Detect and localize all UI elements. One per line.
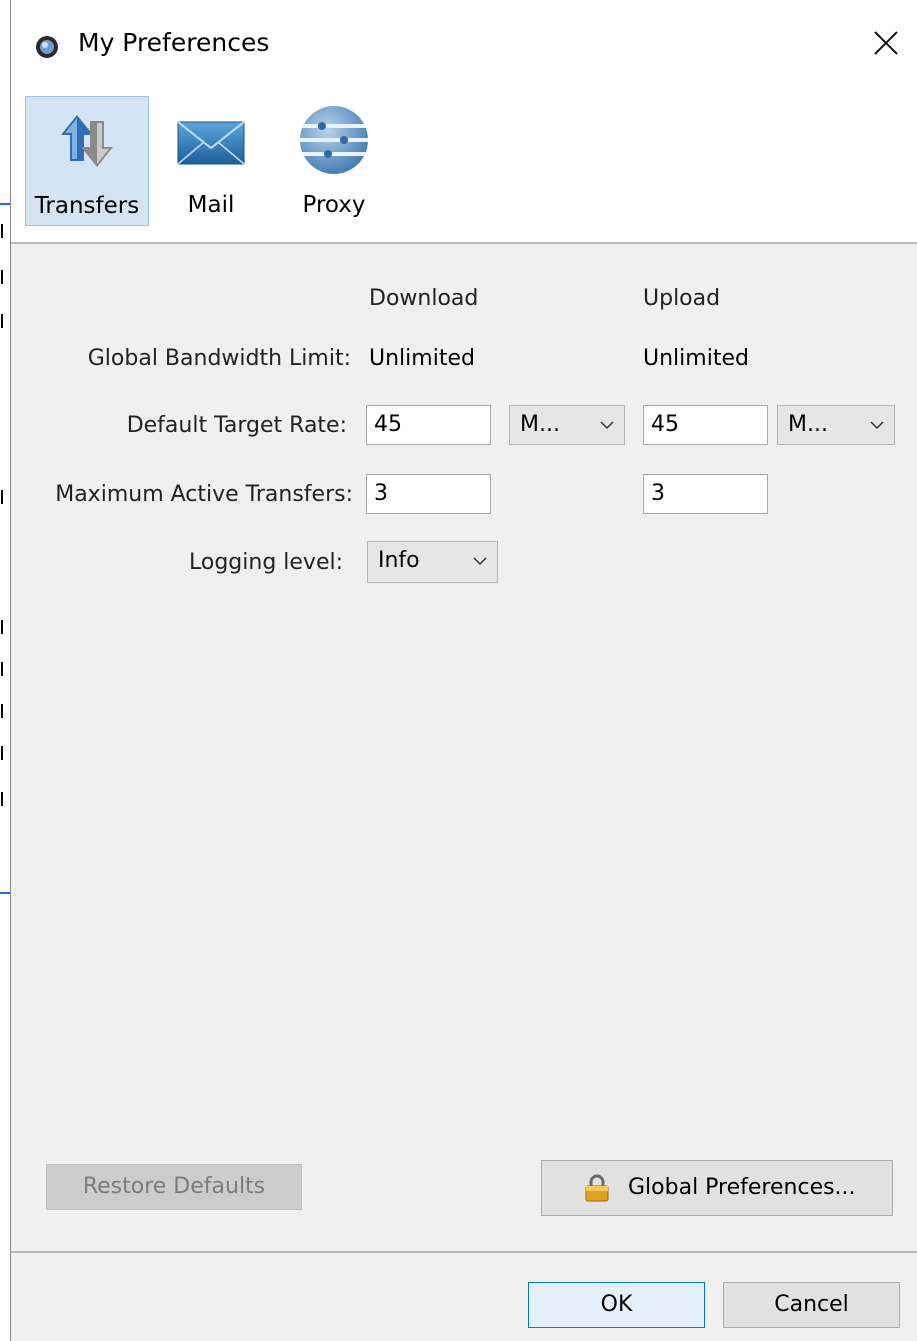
logging-level-label: Logging level: [189,550,343,575]
background-window-edge [0,0,10,1341]
background-glyph [1,224,9,238]
background-glyph [1,270,9,284]
download-max-transfers-input[interactable]: 3 [366,474,491,514]
cancel-button[interactable]: Cancel [723,1282,900,1328]
logging-level-value: Info [378,548,420,573]
preferences-toolbar: Transfers Mail Proxy [11,82,917,242]
upload-max-transfers-input[interactable]: 3 [643,474,768,514]
background-glyph [1,620,9,634]
tab-transfers-label: Transfers [34,193,140,219]
close-button[interactable] [869,26,903,60]
upload-rate-unit-value: M... [788,412,828,437]
preferences-window: My Preferences Transfers Mail Proxy Down… [0,0,917,1341]
default-target-rate-label: Default Target Rate: [126,413,347,438]
tab-transfers[interactable]: Transfers [25,96,149,226]
mail-icon [177,121,245,165]
lock-icon [585,1174,609,1202]
upload-target-rate-input[interactable]: 45 [643,405,768,445]
background-glyph [1,490,9,504]
app-globe-icon [36,36,58,58]
global-preferences-button[interactable]: Global Preferences... [541,1160,893,1216]
tab-mail-label: Mail [187,192,235,218]
download-target-rate-input[interactable]: 45 [366,405,491,445]
toolbar-divider [11,242,917,244]
background-glyph [1,792,9,806]
background-glyph [1,314,9,328]
footer-divider [11,1251,917,1253]
background-glyph [1,746,9,760]
max-active-transfers-label: Maximum Active Transfers: [55,482,353,507]
global-bandwidth-label: Global Bandwidth Limit: [87,346,351,371]
chevron-down-icon [870,421,884,430]
tab-proxy[interactable]: Proxy [281,96,387,226]
chevron-down-icon [473,557,487,566]
restore-defaults-button[interactable]: Restore Defaults [46,1164,302,1210]
upload-rate-unit-select[interactable]: M... [777,405,895,445]
ok-button[interactable]: OK [528,1282,705,1328]
background-line [0,892,10,894]
background-line [0,203,10,205]
global-bandwidth-upload-value: Unlimited [643,346,749,371]
window-title: My Preferences [78,28,270,57]
close-icon [874,31,898,55]
download-column-header: Download [369,286,479,311]
background-glyph [1,662,9,676]
background-glyph [1,704,9,718]
chevron-down-icon [600,421,614,430]
title-bar[interactable]: My Preferences [11,0,917,82]
transfers-icon [61,115,113,167]
global-preferences-label: Global Preferences... [628,1175,856,1200]
download-rate-unit-value: M... [520,412,560,437]
logging-level-select[interactable]: Info [367,541,498,583]
tab-mail[interactable]: Mail [161,96,261,226]
global-bandwidth-download-value: Unlimited [369,346,475,371]
download-rate-unit-select[interactable]: M... [509,405,625,445]
proxy-icon [300,106,368,174]
tab-proxy-label: Proxy [302,192,366,218]
upload-column-header: Upload [643,286,721,311]
